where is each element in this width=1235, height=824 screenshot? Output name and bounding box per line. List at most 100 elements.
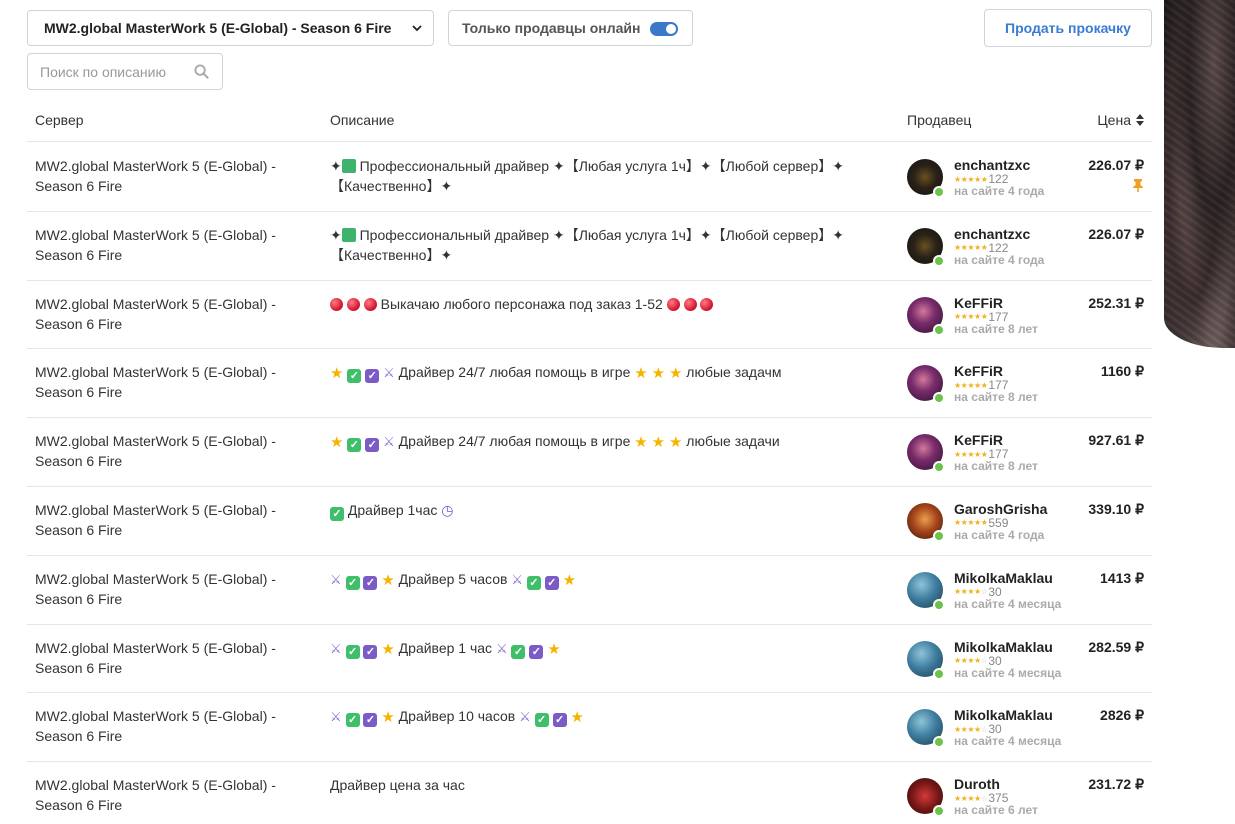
seller-since: на сайте 4 месяца [954, 734, 1062, 749]
avatar[interactable] [907, 159, 945, 198]
row-price: 927.61 ₽ [1088, 432, 1144, 449]
rating-stars: ★★★★☆ [954, 724, 988, 734]
server-select[interactable]: MW2.global MasterWork 5 (E-Global) - Sea… [27, 10, 434, 46]
row-seller[interactable]: MikolkaMaklau ★★★★☆ 30 на сайте 4 месяца [907, 639, 1087, 680]
seller-since: на сайте 8 лет [954, 459, 1038, 474]
row-server: MW2.global MasterWork 5 (E-Global) - Sea… [35, 570, 276, 607]
seller-name[interactable]: enchantzxc [954, 226, 1030, 242]
rating-stars: ★★★★★ [954, 174, 988, 184]
table-row[interactable]: MW2.global MasterWork 5 (E-Global) - Sea… [27, 143, 1152, 212]
row-description: ⚔ ✓ ✓ ★ Драйвер 1 час ⚔ ✓ ✓ ★ [330, 639, 561, 659]
seller-name[interactable]: MikolkaMaklau [954, 707, 1053, 723]
online-status-dot [933, 254, 945, 267]
row-description: ⚔ ✓ ✓ ★ Драйвер 5 часов ⚔ ✓ ✓ ★ [330, 570, 577, 590]
row-description: ★ ✓ ✓ ⚔ Драйвер 24/7 любая помощь в игре… [330, 433, 780, 453]
seller-since: на сайте 8 лет [954, 390, 1038, 405]
table-row[interactable]: MW2.global MasterWork 5 (E-Global) - Sea… [27, 487, 1152, 556]
chevron-down-icon [412, 25, 422, 32]
rating-stars: ★★★★☆ [954, 587, 988, 597]
online-status-dot [933, 392, 945, 405]
online-status-dot [933, 461, 945, 474]
seller-name[interactable]: enchantzxc [954, 157, 1030, 173]
seller-since: на сайте 4 месяца [954, 665, 1062, 680]
row-seller[interactable]: MikolkaMaklau ★★★★☆ 30 на сайте 4 месяца [907, 707, 1087, 749]
row-price: 226.07 ₽ [1088, 157, 1144, 173]
table-row[interactable]: MW2.global MasterWork 5 (E-Global) - Sea… [27, 693, 1152, 763]
row-price: 2826 ₽ [1100, 707, 1144, 724]
table-row[interactable]: MW2.global MasterWork 5 (E-Global) - Sea… [27, 625, 1152, 694]
table-row[interactable]: MW2.global MasterWork 5 (E-Global) - Sea… [27, 349, 1152, 419]
rating-stars: ★★★★★ [954, 380, 988, 390]
row-seller[interactable]: enchantzxc ★★★★★ 122 на сайте 4 года [907, 226, 1087, 267]
row-description: Выкачаю любого персонажа под заказ 1-52 [330, 294, 870, 314]
rating-stars: ★★★★☆ [954, 793, 988, 803]
avatar[interactable] [907, 502, 945, 542]
search-input[interactable] [40, 63, 190, 81]
seller-since: на сайте 4 года [954, 252, 1045, 267]
seller-name[interactable]: KeFFiR [954, 363, 1003, 379]
online-status-dot [933, 186, 945, 198]
row-seller[interactable]: KeFFiR ★★★★★ 177 на сайте 8 лет [907, 295, 1087, 336]
row-server: MW2.global MasterWork 5 (E-Global) - Sea… [35, 433, 276, 470]
search-icon[interactable] [194, 64, 209, 79]
online-only-toggle[interactable]: Только продавцы онлайн [448, 10, 693, 46]
seller-since: на сайте 4 года [954, 527, 1045, 542]
header-server: Сервер [35, 112, 84, 128]
online-only-label: Только продавцы онлайн [462, 20, 641, 36]
seller-name[interactable]: Duroth [954, 776, 1000, 792]
row-price: 252.31 ₽ [1088, 294, 1144, 311]
side-background-art [1164, 0, 1235, 348]
sell-boost-button[interactable]: Продать прокачку [984, 9, 1152, 47]
server-select-value: MW2.global MasterWork 5 (E-Global) - Sea… [44, 20, 392, 36]
online-status-dot [933, 598, 945, 611]
seller-name[interactable]: KeFFiR [954, 432, 1003, 448]
seller-since: на сайте 4 месяца [954, 596, 1062, 611]
table-row[interactable]: MW2.global MasterWork 5 (E-Global) - Sea… [27, 556, 1152, 625]
sort-icon[interactable] [1136, 114, 1144, 126]
rating-stars: ★★★★☆ [954, 656, 988, 666]
row-seller[interactable]: enchantzxc ★★★★★ 122 на сайте 4 года [907, 157, 1087, 198]
row-description: ⚔ ✓ ✓ ★ Драйвер 10 часов ⚔ ✓ ✓ ★ [330, 708, 584, 728]
avatar[interactable] [907, 365, 945, 405]
row-price: 1160 ₽ [1100, 363, 1144, 380]
seller-name[interactable]: GaroshGrisha [954, 501, 1047, 517]
toggle-switch[interactable] [650, 22, 678, 36]
table-row[interactable]: MW2.global MasterWork 5 (E-Global) - Sea… [27, 212, 1152, 281]
offers-table-body: MW2.global MasterWork 5 (E-Global) - Sea… [27, 143, 1152, 824]
avatar[interactable] [907, 571, 945, 611]
header-description: Описание [330, 112, 395, 128]
online-status-dot [933, 323, 945, 336]
avatar[interactable] [907, 709, 945, 749]
online-status-dot [933, 529, 945, 542]
row-server: MW2.global MasterWork 5 (E-Global) - Sea… [35, 158, 276, 194]
row-seller[interactable]: KeFFiR ★★★★★ 177 на сайте 8 лет [907, 363, 1087, 405]
avatar[interactable] [907, 227, 945, 267]
row-server: MW2.global MasterWork 5 (E-Global) - Sea… [35, 226, 276, 263]
table-row[interactable]: MW2.global MasterWork 5 (E-Global) - Sea… [27, 418, 1152, 487]
row-price: 226.07 ₽ [1088, 225, 1144, 242]
seller-name[interactable]: KeFFiR [954, 295, 1003, 311]
search-box [27, 53, 223, 90]
row-description: ✦ Профессиональный драйвер ✦【Любая услуг… [330, 226, 844, 263]
avatar[interactable] [907, 640, 945, 680]
table-row[interactable]: MW2.global MasterWork 5 (E-Global) - Sea… [27, 762, 1152, 824]
seller-name[interactable]: MikolkaMaklau [954, 570, 1053, 586]
header-price-sort[interactable]: Цена [1097, 112, 1144, 128]
avatar[interactable] [907, 778, 945, 818]
avatar[interactable] [907, 434, 945, 474]
row-seller[interactable]: GaroshGrisha ★★★★★ 559 на сайте 4 года [907, 501, 1087, 542]
online-status-dot [933, 736, 945, 749]
row-server: MW2.global MasterWork 5 (E-Global) - Sea… [35, 639, 276, 676]
seller-since: на сайте 8 лет [954, 321, 1038, 336]
header-price-label: Цена [1097, 112, 1131, 128]
row-price: 231.72 ₽ [1088, 776, 1144, 793]
row-seller[interactable]: KeFFiR ★★★★★ 177 на сайте 8 лет [907, 432, 1087, 474]
online-status-dot [933, 667, 945, 680]
seller-name[interactable]: MikolkaMaklau [954, 639, 1053, 655]
table-row[interactable]: MW2.global MasterWork 5 (E-Global) - Sea… [27, 281, 1152, 350]
row-description: ★ ✓ ✓ ⚔ Драйвер 24/7 любая помощь в игре… [330, 364, 782, 384]
row-seller[interactable]: MikolkaMaklau ★★★★☆ 30 на сайте 4 месяца [907, 570, 1087, 611]
pin-icon [1133, 179, 1143, 192]
avatar[interactable] [907, 296, 945, 336]
row-seller[interactable]: Duroth ★★★★☆ 375 на сайте 6 лет [907, 776, 1087, 818]
